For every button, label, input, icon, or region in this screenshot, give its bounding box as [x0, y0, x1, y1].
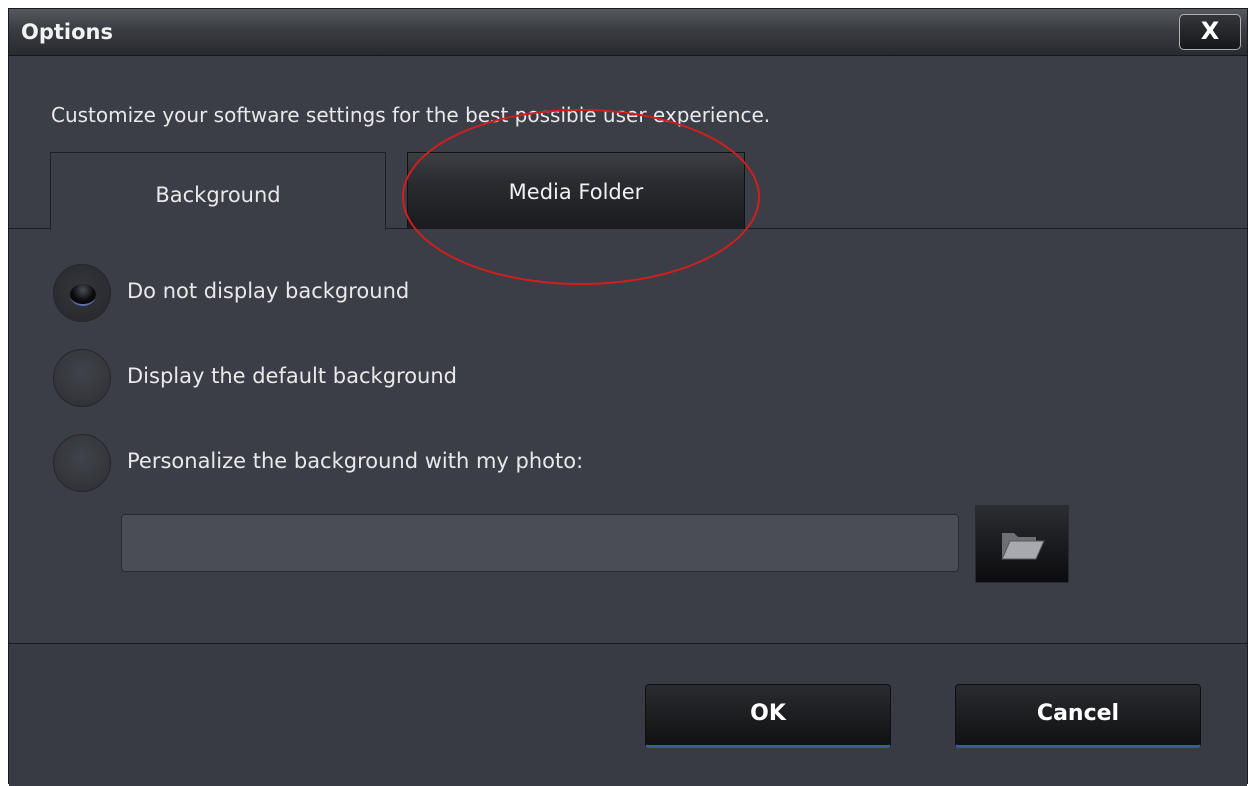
title-bar[interactable]: Options X	[9, 9, 1247, 56]
close-icon: X	[1200, 17, 1220, 45]
dialog-description: Customize your software settings for the…	[51, 103, 771, 127]
tab-media-folder-label: Media Folder	[508, 180, 644, 204]
tab-media-folder[interactable]: Media Folder	[407, 152, 745, 229]
ok-button[interactable]: OK	[645, 684, 891, 748]
radio-label-default-background: Display the default background	[127, 364, 457, 388]
tab-background[interactable]: Background	[50, 152, 386, 230]
radio-no-background[interactable]	[53, 264, 111, 322]
radio-label-no-background: Do not display background	[127, 279, 410, 303]
dialog-title: Options	[21, 20, 113, 44]
folder-open-icon	[1001, 533, 1045, 560]
browse-button[interactable]	[975, 505, 1069, 583]
radio-personalize-background[interactable]	[53, 434, 111, 492]
options-dialog: Options X Customize your software settin…	[8, 8, 1248, 786]
close-button[interactable]: X	[1179, 14, 1241, 50]
radio-selected-dot	[70, 284, 96, 306]
cancel-button[interactable]: Cancel	[955, 684, 1201, 748]
radio-label-personalize-background: Personalize the background with my photo…	[127, 449, 584, 473]
dialog-footer: OK Cancel	[9, 643, 1247, 786]
radio-default-background[interactable]	[53, 349, 111, 407]
tab-background-label: Background	[155, 183, 281, 207]
photo-path-input[interactable]	[121, 514, 959, 572]
